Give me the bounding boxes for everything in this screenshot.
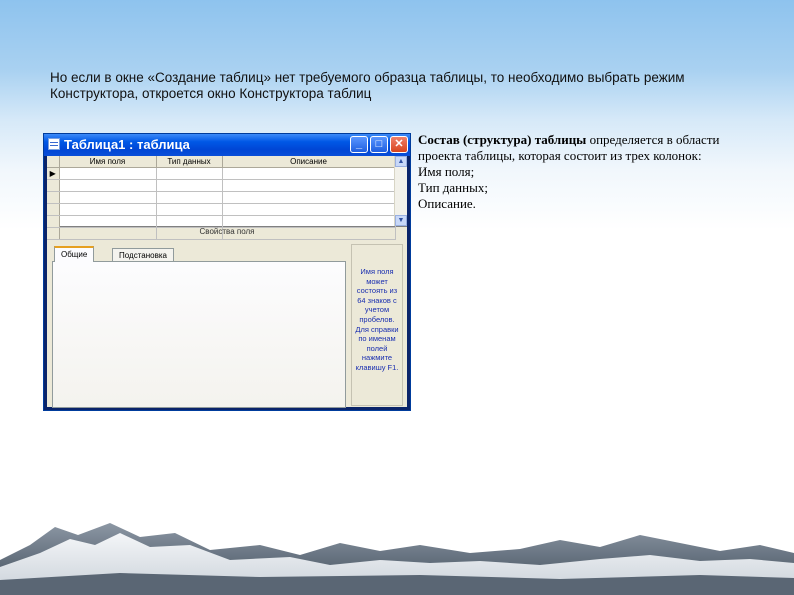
description-cell[interactable] bbox=[222, 167, 396, 180]
column-header-data-type[interactable]: Тип данных bbox=[156, 156, 223, 168]
field-name-cell[interactable] bbox=[59, 179, 157, 192]
data-type-cell[interactable] bbox=[156, 179, 223, 192]
description-cell[interactable] bbox=[222, 203, 396, 216]
row-selector-header bbox=[47, 156, 60, 168]
minimize-button[interactable]: _ bbox=[350, 136, 368, 153]
description-item-description: Описание. bbox=[418, 196, 476, 211]
intro-text: Но если в окне «Создание таблиц» нет тре… bbox=[50, 70, 685, 101]
column-header-description[interactable]: Описание bbox=[222, 156, 396, 168]
description-item-field-name: Имя поля; bbox=[418, 164, 475, 179]
field-grid: Имя поля Тип данных Описание ▶ ▲ ▼ bbox=[47, 156, 407, 240]
field-hint-panel: Имя поля может состоять из 64 знаков с у… bbox=[351, 244, 403, 406]
mountain-landscape bbox=[0, 523, 794, 595]
table-icon bbox=[48, 138, 60, 150]
window-body: Имя поля Тип данных Описание ▶ ▲ ▼ Свойс… bbox=[47, 156, 407, 408]
table-row[interactable] bbox=[47, 179, 396, 192]
description-lead: Состав (структура) таблицы определяется … bbox=[418, 132, 758, 164]
scroll-down-icon[interactable]: ▼ bbox=[395, 215, 407, 226]
vertical-scrollbar[interactable]: ▲ ▼ bbox=[394, 156, 407, 226]
description-cell[interactable] bbox=[222, 191, 396, 204]
data-type-cell[interactable] bbox=[156, 167, 223, 180]
description-cell[interactable] bbox=[222, 179, 396, 192]
field-properties-label: Свойства поля bbox=[199, 227, 255, 236]
scroll-up-icon[interactable]: ▲ bbox=[395, 156, 407, 167]
column-header-field-name[interactable]: Имя поля bbox=[59, 156, 157, 168]
field-name-cell[interactable] bbox=[59, 191, 157, 204]
close-button[interactable]: ✕ bbox=[390, 136, 408, 153]
row-selector[interactable]: ▶ bbox=[47, 167, 60, 180]
row-selector[interactable] bbox=[47, 203, 60, 216]
row-selector[interactable] bbox=[47, 179, 60, 192]
tab-panel-general bbox=[52, 261, 346, 408]
tab-general[interactable]: Общие bbox=[54, 246, 95, 262]
table-design-window: Таблица1 : таблица _ □ ✕ Имя поля Тип да… bbox=[43, 133, 411, 411]
data-type-cell[interactable] bbox=[156, 203, 223, 216]
data-type-cell[interactable] bbox=[156, 191, 223, 204]
maximize-button[interactable]: □ bbox=[370, 136, 388, 153]
field-name-cell[interactable] bbox=[59, 203, 157, 216]
window-title: Таблица1 : таблица bbox=[64, 137, 190, 152]
window-titlebar[interactable]: Таблица1 : таблица _ □ ✕ bbox=[44, 134, 410, 156]
table-row[interactable] bbox=[47, 191, 396, 204]
field-name-cell[interactable] bbox=[59, 167, 157, 180]
table-row[interactable]: ▶ bbox=[47, 167, 396, 180]
description-item-data-type: Тип данных; bbox=[418, 180, 488, 195]
structure-description: Состав (структура) таблицы определяется … bbox=[418, 132, 758, 212]
field-properties-tabs: Общие Подстановка bbox=[52, 240, 346, 408]
tab-lookup[interactable]: Подстановка bbox=[112, 248, 174, 261]
row-selector[interactable] bbox=[47, 191, 60, 204]
description-lead-bold: Состав (структура) таблицы bbox=[418, 132, 587, 147]
table-row[interactable] bbox=[47, 203, 396, 216]
